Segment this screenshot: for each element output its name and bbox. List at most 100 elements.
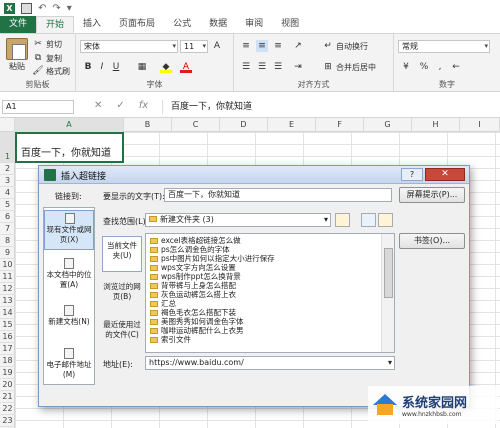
address-input[interactable]: https://www.baidu.com/ ▾ — [145, 356, 395, 370]
row-header[interactable]: 10 — [0, 259, 15, 271]
customize-qa-icon[interactable]: ▾ — [67, 3, 72, 14]
list-item[interactable]: 褐色毛衣怎么搭配下装 — [150, 308, 236, 317]
copy-button[interactable]: ⧉ 复制 — [32, 52, 62, 64]
font-color-button[interactable]: A — [180, 61, 192, 73]
align-right-button[interactable]: ☰ — [272, 61, 284, 73]
row-header[interactable]: 6 — [0, 211, 15, 223]
column-header[interactable]: H — [412, 118, 460, 132]
recent-files-button[interactable]: 最近使用过的文件(C) — [102, 316, 142, 352]
excel-app-icon[interactable]: X — [4, 2, 15, 14]
merge-center-button[interactable]: ⊞ 合并后居中 — [322, 61, 376, 73]
display-text-input[interactable]: 百度一下，你就知道 — [164, 188, 392, 202]
cell-a1[interactable]: 百度一下，你就知道 — [15, 132, 124, 163]
link-existing-file[interactable]: 现有文件或网页(X) — [44, 210, 94, 250]
tab-insert[interactable]: 插入 — [74, 16, 110, 33]
current-folder-button[interactable]: 当前文件夹(U) — [102, 236, 142, 272]
column-header[interactable]: D — [220, 118, 268, 132]
look-in-select[interactable]: 新建文件夹 (3) ▾ — [145, 213, 331, 227]
undo-icon[interactable]: ↶ — [38, 3, 46, 14]
list-item[interactable]: ps中图片如何以指定大小进行保存 — [150, 254, 275, 263]
fill-color-button[interactable]: ◆ — [160, 61, 172, 73]
list-item[interactable]: 索引文件 — [150, 335, 191, 344]
tab-page-layout[interactable]: 页面布局 — [110, 16, 164, 33]
percent-button[interactable]: % — [418, 61, 430, 73]
select-all-corner[interactable] — [0, 118, 15, 132]
list-item[interactable]: 汇总 — [150, 299, 176, 308]
list-item[interactable]: 美图秀秀如何调金色字体 — [150, 317, 244, 326]
middle-align-button[interactable]: ≡ — [256, 40, 268, 52]
up-folder-icon[interactable] — [335, 213, 350, 227]
bold-button[interactable]: B — [82, 61, 94, 73]
list-item[interactable]: 背带裤与上身怎么搭配 — [150, 281, 236, 290]
row-header[interactable]: 17 — [0, 343, 15, 355]
browse-file-icon[interactable] — [378, 213, 393, 227]
orientation-button[interactable]: ↗ — [292, 40, 304, 52]
top-align-button[interactable]: ≡ — [240, 40, 252, 52]
row-header[interactable]: 7 — [0, 223, 15, 235]
tab-data[interactable]: 数据 — [200, 16, 236, 33]
tab-home[interactable]: 开始 — [36, 16, 75, 33]
column-header[interactable]: B — [124, 118, 172, 132]
row-header[interactable]: 15 — [0, 319, 15, 331]
format-painter-button[interactable]: 🖌 格式刷 — [32, 65, 70, 77]
font-size-select[interactable]: 11 ▾ — [180, 40, 208, 53]
bookmark-button[interactable]: 书签(O)... — [399, 233, 465, 249]
help-button[interactable]: ? — [401, 168, 423, 181]
row-header[interactable]: 14 — [0, 307, 15, 319]
indent-button[interactable]: ⇥ — [292, 61, 304, 73]
formula-input[interactable]: 百度一下，你就知道 — [162, 100, 496, 114]
save-icon[interactable] — [21, 2, 32, 14]
cancel-icon[interactable]: ✕ — [94, 100, 102, 111]
comma-button[interactable]: , — [434, 61, 446, 73]
row-header[interactable]: 23 — [0, 415, 15, 427]
column-header[interactable]: G — [364, 118, 412, 132]
cut-button[interactable]: ✂ 剪切 — [32, 38, 62, 50]
grow-font-button[interactable]: A — [211, 40, 223, 52]
tab-formulas[interactable]: 公式 — [164, 16, 200, 33]
bottom-align-button[interactable]: ≡ — [272, 40, 284, 52]
underline-button[interactable]: U — [110, 61, 122, 73]
column-header[interactable]: F — [316, 118, 364, 132]
redo-icon[interactable]: ↷ — [52, 3, 60, 14]
font-name-select[interactable]: 宋体 ▾ — [80, 40, 178, 53]
row-header[interactable]: 21 — [0, 391, 15, 403]
row-header[interactable]: 18 — [0, 355, 15, 367]
tab-file[interactable]: 文件 — [0, 16, 37, 33]
column-header[interactable]: E — [268, 118, 316, 132]
currency-button[interactable]: ¥ — [400, 61, 412, 73]
row-header[interactable]: 19 — [0, 367, 15, 379]
fx-icon[interactable]: fx — [139, 100, 148, 111]
list-item[interactable]: wps制作ppt怎么换背景 — [150, 272, 241, 281]
list-item[interactable]: excel表格超链接怎么做 — [150, 236, 241, 245]
row-header[interactable]: 13 — [0, 295, 15, 307]
close-button[interactable]: ✕ — [425, 168, 465, 181]
row-header[interactable]: 22 — [0, 403, 15, 415]
tab-view[interactable]: 视图 — [272, 16, 308, 33]
row-header[interactable]: 1 — [0, 132, 15, 163]
row-header[interactable]: 2 — [0, 163, 15, 175]
row-header[interactable]: 9 — [0, 247, 15, 259]
screen-tip-button[interactable]: 屏幕提示(P)... — [399, 187, 465, 203]
italic-button[interactable]: I — [96, 61, 108, 73]
align-center-button[interactable]: ☰ — [256, 61, 268, 73]
list-item[interactable]: 咖啡运动裤配什么上衣男 — [150, 326, 244, 335]
row-header[interactable]: 4 — [0, 187, 15, 199]
scrollbar-thumb[interactable] — [384, 248, 393, 298]
tab-review[interactable]: 审阅 — [236, 16, 272, 33]
browsed-pages-button[interactable]: 浏览过的网页(B) — [102, 278, 142, 310]
column-header[interactable]: I — [460, 118, 500, 132]
column-header[interactable]: C — [172, 118, 220, 132]
row-header[interactable]: 3 — [0, 175, 15, 187]
name-box[interactable]: A1 — [2, 100, 74, 114]
row-header[interactable]: 12 — [0, 283, 15, 295]
row-header[interactable]: 11 — [0, 271, 15, 283]
increase-decimal-button[interactable]: ← — [450, 61, 462, 73]
list-item[interactable]: ps怎么调金色的字体 — [150, 245, 230, 254]
row-header[interactable]: 20 — [0, 379, 15, 391]
column-header[interactable]: A — [15, 118, 124, 132]
number-format-select[interactable]: 常规 ▾ — [398, 40, 490, 53]
list-item[interactable]: 灰色运动裤怎么搭上衣 — [150, 290, 236, 299]
paste-button[interactable]: 粘贴 — [6, 38, 28, 72]
list-item[interactable]: wps文字方向怎么设置 — [150, 263, 236, 272]
link-email[interactable]: 电子邮件地址(M) — [44, 346, 94, 384]
